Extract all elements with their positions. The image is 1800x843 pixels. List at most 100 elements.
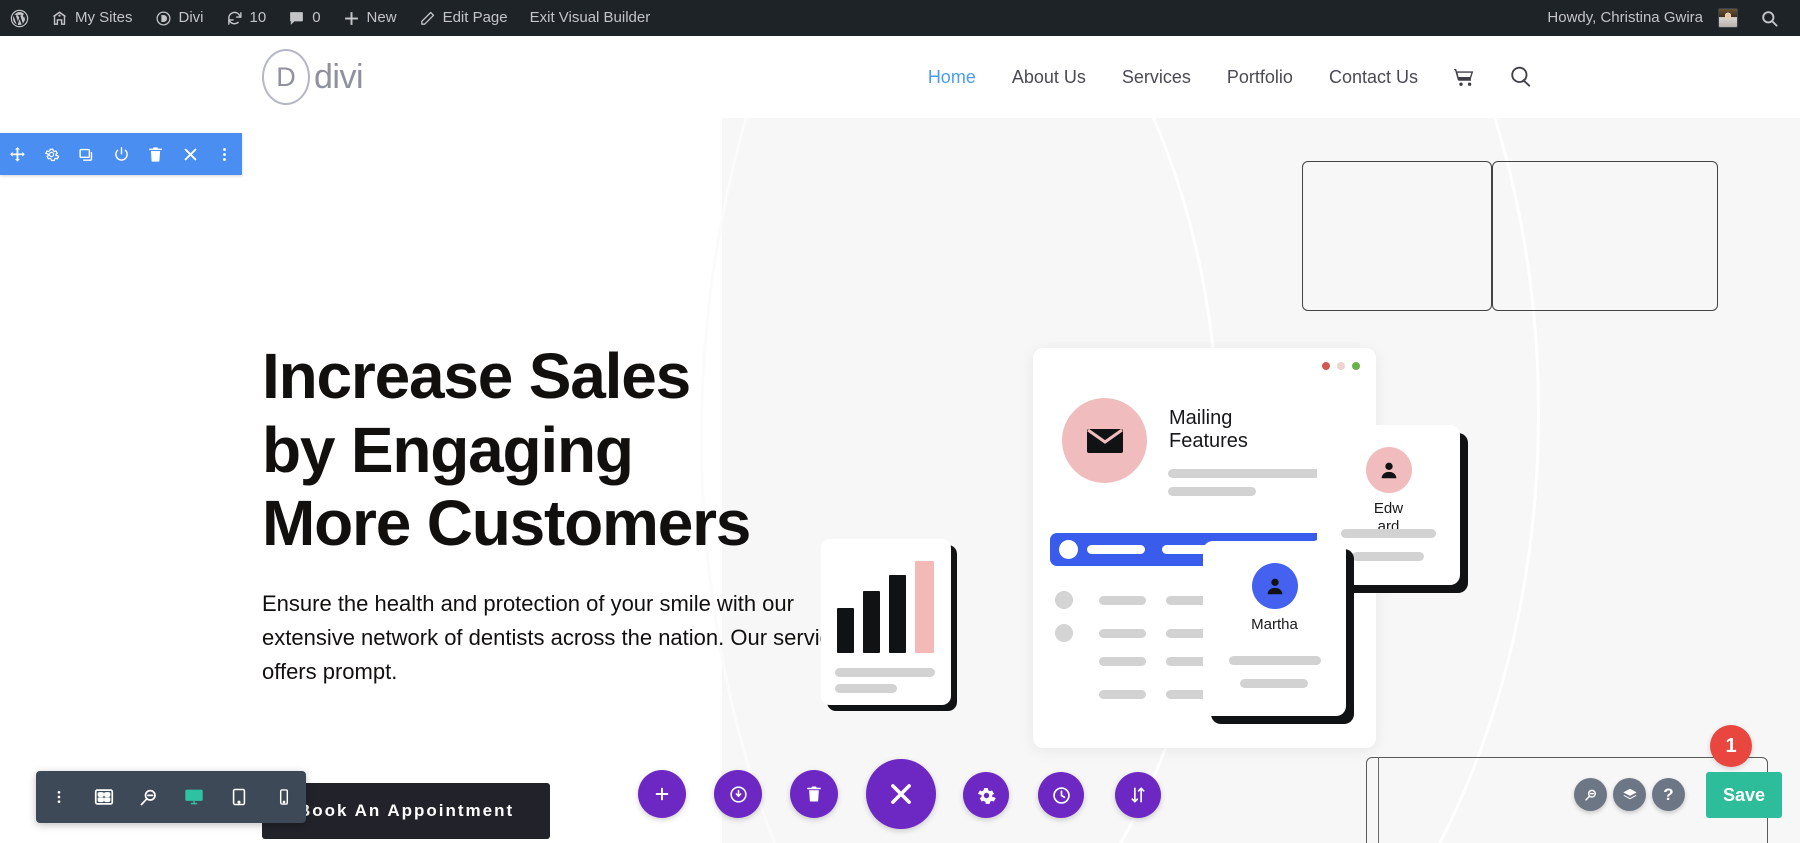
admin-bar-label: Divi bbox=[178, 9, 204, 26]
admin-bar-item-divi[interactable]: Divi bbox=[144, 0, 215, 36]
duplicate-icon[interactable] bbox=[69, 133, 104, 175]
divi-icon bbox=[155, 10, 172, 27]
close-builder-button[interactable] bbox=[866, 759, 936, 829]
window-dots bbox=[1322, 362, 1360, 370]
row-dot bbox=[1055, 591, 1073, 609]
chart-bar bbox=[863, 591, 880, 653]
window-dot-green bbox=[1352, 362, 1360, 370]
shopping-cart-icon[interactable] bbox=[1436, 65, 1492, 89]
divi-logo-icon: D bbox=[262, 49, 310, 105]
wordpress-logo-button[interactable] bbox=[0, 0, 40, 36]
gear-icon bbox=[976, 785, 997, 806]
wireframe-icon[interactable] bbox=[81, 771, 126, 823]
mobile-icon[interactable] bbox=[261, 771, 306, 823]
chart-bar bbox=[915, 561, 934, 653]
my-sites-icon bbox=[51, 10, 68, 27]
zoom-out-icon[interactable] bbox=[126, 771, 171, 823]
window-dot-red bbox=[1322, 362, 1330, 370]
comments-icon bbox=[288, 10, 305, 27]
bar-chart-card bbox=[821, 539, 951, 705]
admin-bar-label: New bbox=[366, 9, 397, 26]
page-settings-button[interactable] bbox=[963, 772, 1009, 818]
admin-bar-item-updates[interactable]: 10 bbox=[215, 0, 278, 36]
admin-bar-label: Edit Page bbox=[442, 9, 508, 26]
nav-item-about-us[interactable]: About Us bbox=[994, 67, 1104, 88]
zoom-out-button[interactable] bbox=[1574, 778, 1607, 811]
layers-view-button[interactable] bbox=[1613, 778, 1646, 811]
admin-bar-label: My Sites bbox=[75, 9, 133, 26]
empty-column-placeholder[interactable] bbox=[1302, 161, 1492, 311]
admin-bar-search-button[interactable] bbox=[1749, 0, 1790, 36]
help-icon: ? bbox=[1663, 785, 1674, 804]
placeholder-bar bbox=[1099, 657, 1146, 666]
element-toolbar bbox=[0, 133, 242, 175]
window-dot-yellow bbox=[1337, 362, 1345, 370]
zoom-out-icon bbox=[1583, 787, 1599, 803]
admin-bar-item-edit-page[interactable]: Edit Page bbox=[408, 0, 519, 36]
admin-bar-label: 0 bbox=[312, 9, 321, 26]
editing-history-button[interactable] bbox=[1038, 772, 1084, 818]
placeholder-bar bbox=[1352, 552, 1424, 561]
move-icon[interactable] bbox=[0, 133, 35, 175]
logo-letter: D bbox=[276, 61, 296, 92]
clear-layout-button[interactable] bbox=[790, 770, 838, 818]
chart-bar bbox=[889, 575, 906, 653]
empty-column-placeholder[interactable] bbox=[1492, 161, 1718, 311]
nav-item-contact-us[interactable]: Contact Us bbox=[1311, 67, 1436, 88]
plus-icon bbox=[653, 785, 671, 803]
admin-bar-howdy[interactable]: Howdy, Christina Gwira bbox=[1536, 0, 1749, 36]
placeholder-bar bbox=[1168, 469, 1326, 478]
empty-column-row bbox=[1302, 161, 1718, 311]
layers-icon bbox=[1622, 787, 1638, 803]
admin-bar-item-new[interactable]: New bbox=[332, 0, 408, 36]
save-to-library-icon[interactable] bbox=[104, 133, 139, 175]
search-icon bbox=[1760, 9, 1779, 28]
user-icon bbox=[1365, 447, 1412, 493]
save-button[interactable]: Save bbox=[1706, 772, 1782, 818]
admin-bar-item-comments[interactable]: 0 bbox=[277, 0, 331, 36]
row-pill bbox=[1087, 545, 1145, 554]
avatar bbox=[1718, 8, 1738, 28]
search-icon[interactable] bbox=[1492, 64, 1550, 90]
portability-button[interactable] bbox=[1115, 772, 1161, 818]
tablet-icon[interactable] bbox=[216, 771, 261, 823]
admin-bar-left: My Sites Divi 10 0 New Edit Page Exit Vi… bbox=[0, 0, 661, 36]
unsaved-changes-badge: 1 bbox=[1710, 725, 1752, 767]
wordpress-logo-icon bbox=[9, 8, 30, 29]
hero-copy: Increase Sales by Engaging More Customer… bbox=[262, 340, 882, 689]
bar-chart bbox=[837, 561, 934, 653]
nav-item-home[interactable]: Home bbox=[910, 67, 994, 88]
kebab-icon[interactable] bbox=[207, 133, 242, 175]
save-to-library-button[interactable] bbox=[714, 770, 762, 818]
placeholder-bar bbox=[1099, 690, 1146, 699]
trash-icon[interactable] bbox=[138, 133, 173, 175]
view-mode-toolbar bbox=[36, 771, 306, 823]
add-section-button[interactable] bbox=[638, 770, 686, 818]
save-icon bbox=[728, 784, 749, 805]
updates-icon bbox=[226, 10, 243, 27]
admin-bar-item-my-sites[interactable]: My Sites bbox=[40, 0, 144, 36]
desktop-icon[interactable] bbox=[171, 771, 216, 823]
placeholder-bar bbox=[1229, 656, 1321, 665]
close-icon[interactable] bbox=[173, 133, 208, 175]
main-navigation: Home About Us Services Portfolio Contact… bbox=[910, 64, 1550, 90]
placeholder-bar bbox=[1240, 679, 1308, 688]
howdy-label: Howdy, Christina Gwira bbox=[1547, 9, 1703, 26]
placeholder-bar bbox=[835, 668, 935, 677]
site-logo[interactable]: D divi bbox=[262, 49, 364, 105]
envelope-icon bbox=[1062, 398, 1147, 483]
help-button[interactable]: ? bbox=[1652, 778, 1685, 811]
admin-bar-label: 10 bbox=[249, 9, 267, 26]
hero-subtitle: Ensure the health and protection of your… bbox=[262, 590, 843, 684]
person-name: Martha bbox=[1251, 616, 1298, 633]
person-card-martha: Martha bbox=[1203, 541, 1346, 716]
placeholder-bar bbox=[1341, 529, 1436, 538]
row-knob bbox=[1059, 540, 1078, 559]
nav-item-portfolio[interactable]: Portfolio bbox=[1209, 67, 1311, 88]
admin-bar-item-exit-visual-builder[interactable]: Exit Visual Builder bbox=[519, 0, 662, 36]
nav-item-services[interactable]: Services bbox=[1104, 67, 1209, 88]
admin-bar-right: Howdy, Christina Gwira bbox=[1536, 0, 1800, 36]
trash-icon bbox=[805, 785, 823, 803]
gear-icon[interactable] bbox=[35, 133, 70, 175]
kebab-icon[interactable] bbox=[36, 771, 81, 823]
